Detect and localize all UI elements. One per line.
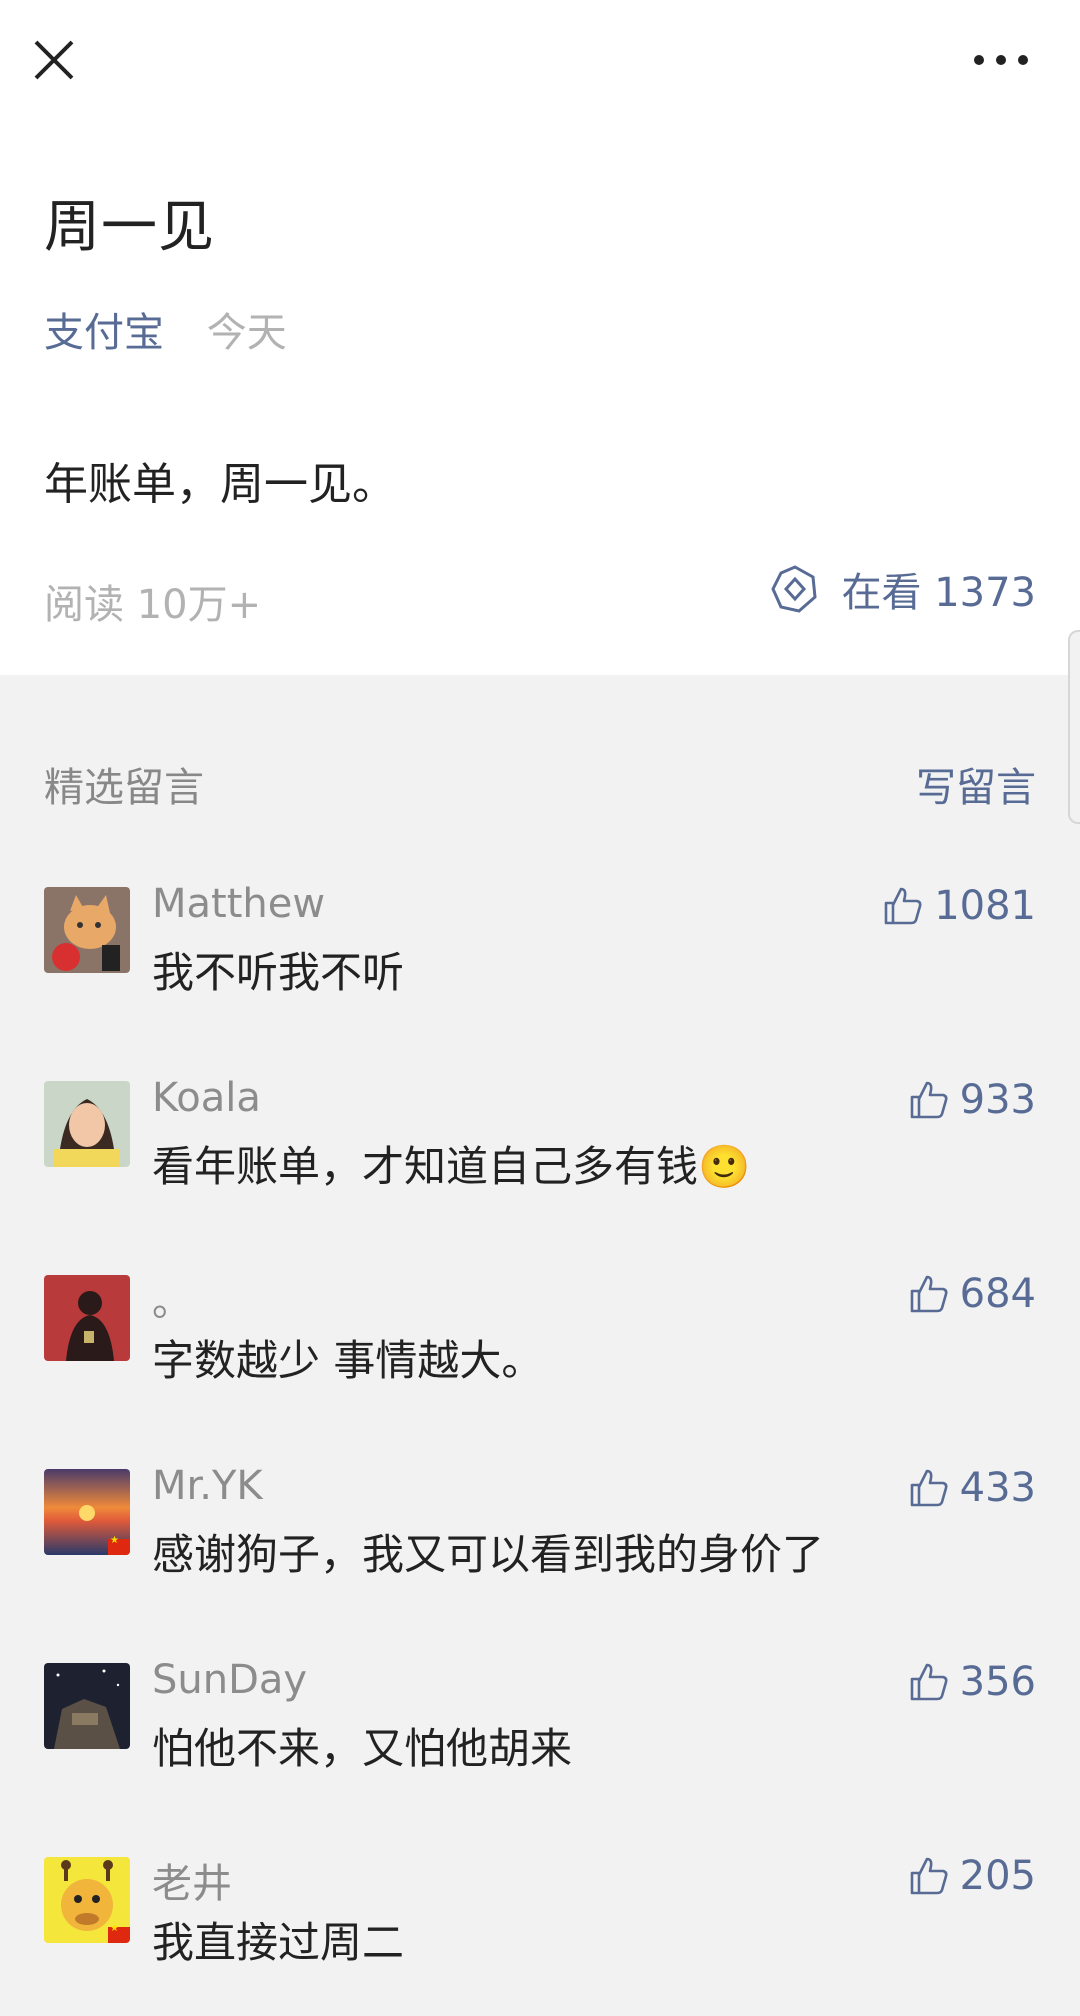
comment-item: Koala 看年账单，才知道自己多有钱🙂 933: [44, 1075, 1036, 1231]
like-count: 433: [959, 1465, 1036, 1511]
read-count: 阅读 10万+: [44, 582, 262, 628]
comment-text: 字数越少 事情越大。: [152, 1336, 544, 1385]
like-count: 356: [959, 1659, 1036, 1705]
thumbs-up-icon: [910, 1469, 948, 1507]
comments-header: 精选留言 写留言: [44, 755, 1036, 815]
like-button[interactable]: 933: [908, 1077, 1036, 1123]
watching-icon: [771, 565, 818, 613]
commenter-name: Koala: [152, 1075, 261, 1121]
avatar[interactable]: [44, 1663, 130, 1749]
comment-item: Mr.YK 感谢狗子，我又可以看到我的身价了 433: [44, 1463, 1036, 1619]
article-meta: 支付宝 今天: [44, 300, 287, 358]
like-button[interactable]: 1081: [882, 883, 1036, 929]
article-body: 年账单，周一见。: [44, 459, 396, 510]
like-count: 205: [959, 1853, 1036, 1899]
flag-icon: [108, 1535, 130, 1555]
scroll-handle[interactable]: [1068, 630, 1080, 824]
author-link[interactable]: 支付宝: [44, 310, 164, 356]
comment-text: 看年账单，才知道自己多有钱🙂: [152, 1142, 751, 1191]
comments-section: 精选留言 写留言 Matthew 我不听我不听 1081 Koala 看年账单，…: [0, 675, 1080, 2016]
like-button[interactable]: 205: [908, 1853, 1036, 1899]
write-comment-button[interactable]: 写留言: [916, 755, 1036, 813]
close-icon: [34, 40, 74, 80]
thumbs-up-icon: [910, 1857, 948, 1895]
avatar[interactable]: [44, 1469, 130, 1555]
close-button[interactable]: [30, 36, 78, 84]
commenter-name: SunDay: [152, 1657, 308, 1703]
top-bar: [0, 0, 1080, 130]
more-button[interactable]: [972, 44, 1030, 76]
flag-icon: [108, 1923, 130, 1943]
watching-label: 在看 1373: [841, 570, 1036, 616]
article-title: 周一见: [44, 195, 215, 260]
like-count: 933: [959, 1077, 1036, 1123]
like-button[interactable]: 356: [908, 1659, 1036, 1705]
watching-button[interactable]: 在看 1373: [769, 560, 1036, 618]
like-count: 1081: [934, 883, 1036, 929]
like-button[interactable]: 684: [908, 1271, 1036, 1317]
section-title: 精选留言: [44, 765, 204, 811]
comment-item: 老井 我直接过周二 205: [44, 1853, 1036, 2007]
thumbs-up-icon: [910, 1663, 948, 1701]
avatar[interactable]: [44, 1857, 130, 1943]
avatar[interactable]: [44, 887, 130, 973]
comment-item: SunDay 怕他不来，又怕他胡来 356: [44, 1657, 1036, 1813]
thumbs-up-icon: [910, 1081, 948, 1119]
like-button[interactable]: 433: [908, 1465, 1036, 1511]
comment-text: 感谢狗子，我又可以看到我的身价了: [152, 1530, 825, 1579]
comment-text: 我直接过周二: [152, 1918, 405, 1967]
commenter-name: 。: [152, 1279, 192, 1325]
avatar[interactable]: [44, 1275, 130, 1361]
comment-text: 怕他不来，又怕他胡来: [152, 1724, 573, 1773]
avatar[interactable]: [44, 1081, 130, 1167]
like-count: 684: [959, 1271, 1036, 1317]
comment-item: 。 字数越少 事情越大。 684: [44, 1271, 1036, 1425]
article: 周一见 支付宝 今天 年账单，周一见。 阅读 10万+ 在看 1373: [0, 130, 1080, 675]
more-icon: [974, 55, 1028, 65]
publish-date: 今天: [206, 310, 287, 356]
comment-item: Matthew 我不听我不听 1081: [44, 881, 1036, 1037]
thumbs-up-icon: [884, 887, 922, 925]
comment-text: 我不听我不听: [152, 948, 405, 997]
thumbs-up-icon: [910, 1275, 948, 1313]
commenter-name: Matthew: [152, 881, 326, 927]
commenter-name: 老井: [152, 1861, 232, 1907]
commenter-name: Mr.YK: [152, 1463, 263, 1509]
